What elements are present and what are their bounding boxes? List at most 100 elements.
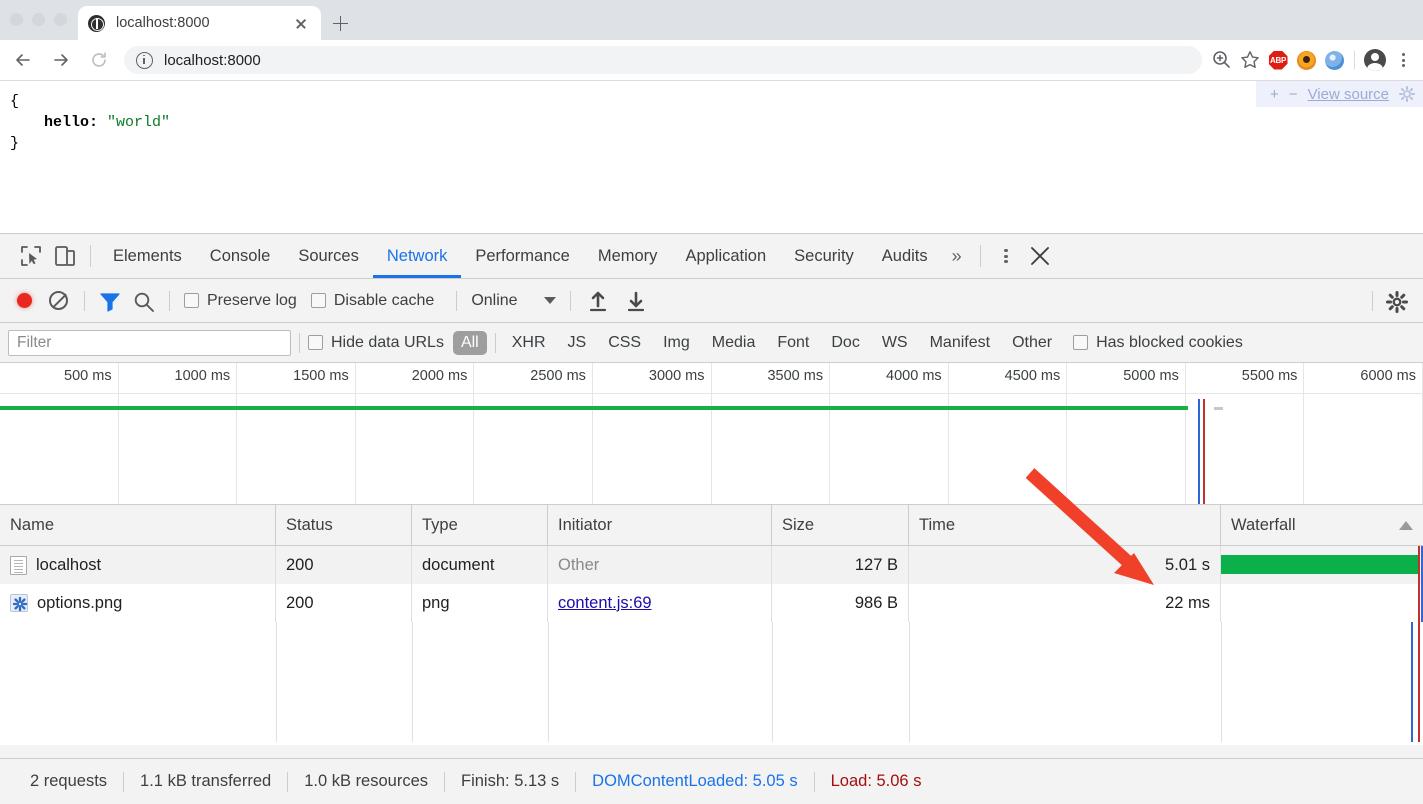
chrome-menu-kebab-icon[interactable] (1389, 46, 1417, 74)
tab-sources[interactable]: Sources (284, 234, 373, 278)
cell-name-text: localhost (36, 546, 101, 584)
column-header-initiator[interactable]: Initiator (548, 505, 772, 546)
browser-tab[interactable]: localhost:8000 (78, 6, 321, 40)
has-blocked-cookies-box[interactable] (1073, 335, 1088, 350)
profile-avatar-icon[interactable] (1361, 46, 1389, 74)
tab-elements[interactable]: Elements (99, 234, 196, 278)
hide-data-urls-checkbox[interactable]: Hide data URLs (308, 334, 450, 352)
png-gear-icon (10, 594, 28, 612)
chevron-down-icon (544, 297, 556, 304)
view-source-link[interactable]: View source (1308, 86, 1389, 103)
more-tabs-icon[interactable]: » (942, 246, 972, 267)
preserve-log-box[interactable] (184, 293, 199, 308)
inspect-element-icon[interactable] (14, 241, 48, 271)
window-maximize-button[interactable] (54, 13, 67, 26)
type-filter-img[interactable]: Img (655, 331, 698, 355)
json-viewer-toolbar: + − View source (1256, 81, 1423, 107)
tab-audits[interactable]: Audits (868, 234, 942, 278)
browser-toolbar: localhost:8000 ABP (0, 40, 1423, 81)
column-header-time[interactable]: Time (909, 505, 1221, 546)
globe-icon (88, 15, 105, 32)
json-value: "world" (107, 114, 170, 131)
close-icon[interactable] (291, 13, 311, 33)
type-filter-css[interactable]: CSS (600, 331, 649, 355)
expand-all-button[interactable]: + (1270, 86, 1279, 103)
address-bar-value: localhost:8000 (164, 52, 261, 69)
window-minimize-button[interactable] (32, 13, 45, 26)
status-load: Load: 5.06 s (815, 772, 938, 791)
address-bar[interactable]: localhost:8000 (124, 46, 1202, 74)
column-header-waterfall[interactable]: Waterfall (1221, 505, 1423, 546)
cell-initiator: Other (548, 546, 772, 584)
status-transferred: 1.1 kB transferred (124, 772, 287, 791)
adblock-plus-extension-icon[interactable]: ABP (1264, 46, 1292, 74)
tab-security[interactable]: Security (780, 234, 868, 278)
toolbar-divider-2 (169, 291, 170, 311)
info-circle-icon[interactable] (136, 52, 153, 69)
hide-data-urls-box[interactable] (308, 335, 323, 350)
json-close-brace: } (10, 133, 1413, 154)
type-filter-all[interactable]: All (453, 331, 487, 355)
window-close-button[interactable] (10, 13, 23, 26)
disable-cache-label: Disable cache (334, 292, 435, 310)
type-filter-ws[interactable]: WS (874, 331, 916, 355)
waterfall-load-line (1418, 584, 1420, 622)
network-filterbar: Hide data URLs All XHR JS CSS Img Media … (0, 323, 1423, 363)
table-row[interactable]: options.png 200 png content.js:69 986 B … (0, 584, 1423, 622)
table-header-row: Name Status Type Initiator Size Time Wat… (0, 505, 1423, 546)
cell-waterfall[interactable] (1221, 546, 1423, 584)
bookmark-star-icon[interactable] (1236, 46, 1264, 74)
type-filter-other[interactable]: Other (1004, 331, 1060, 355)
tab-performance[interactable]: Performance (461, 234, 583, 278)
blue-extension-icon[interactable] (1320, 46, 1348, 74)
initiator-link[interactable]: content.js:69 (558, 594, 652, 612)
has-blocked-cookies-label: Has blocked cookies (1096, 334, 1243, 352)
cell-name[interactable]: localhost (0, 546, 276, 584)
forward-arrow-icon[interactable] (46, 45, 76, 75)
network-requests-table: Name Status Type Initiator Size Time Wat… (0, 505, 1423, 745)
disable-cache-box[interactable] (311, 293, 326, 308)
new-tab-button[interactable] (328, 11, 353, 36)
eye-extension-icon[interactable] (1292, 46, 1320, 74)
zoom-icon[interactable] (1208, 46, 1236, 74)
throttling-dropdown[interactable]: Online (465, 292, 561, 310)
filter-input[interactable] (8, 330, 291, 356)
disable-cache-checkbox[interactable]: Disable cache (311, 292, 449, 310)
page-viewport: { hello: "world" } + − View source (0, 81, 1423, 233)
preserve-log-checkbox[interactable]: Preserve log (184, 292, 311, 310)
tab-network[interactable]: Network (373, 234, 462, 278)
window-controls[interactable] (10, 13, 67, 26)
gear-icon[interactable] (1399, 86, 1415, 102)
type-filter-doc[interactable]: Doc (823, 331, 867, 355)
reload-icon[interactable] (84, 45, 114, 75)
preserve-log-label: Preserve log (207, 292, 297, 310)
column-header-status[interactable]: Status (276, 505, 412, 546)
cell-waterfall[interactable] (1221, 584, 1423, 622)
has-blocked-cookies-checkbox[interactable]: Has blocked cookies (1073, 334, 1257, 352)
cell-initiator[interactable]: content.js:69 (548, 584, 772, 622)
column-header-size[interactable]: Size (772, 505, 909, 546)
close-devtools-icon[interactable] (1023, 241, 1057, 271)
type-filter-font[interactable]: Font (769, 331, 817, 355)
tab-console[interactable]: Console (196, 234, 285, 278)
device-toolbar-icon[interactable] (48, 241, 82, 271)
devtools-menu-kebab-icon[interactable] (989, 241, 1023, 271)
type-filter-manifest[interactable]: Manifest (922, 331, 998, 355)
column-header-type[interactable]: Type (412, 505, 548, 546)
cell-name[interactable]: options.png (0, 584, 276, 622)
column-header-name[interactable]: Name (0, 505, 276, 546)
overview-request-band (0, 406, 1188, 410)
collapse-all-button[interactable]: − (1289, 86, 1298, 103)
table-row[interactable]: localhost 200 document Other 127 B 5.01 … (0, 546, 1423, 584)
network-overview-timeline[interactable]: 500 ms1000 ms1500 ms2000 ms2500 ms3000 m… (0, 363, 1423, 505)
tab-application[interactable]: Application (671, 234, 780, 278)
type-filter-js[interactable]: JS (560, 331, 595, 355)
type-filter-xhr[interactable]: XHR (504, 331, 554, 355)
tab-memory[interactable]: Memory (584, 234, 672, 278)
record-button[interactable] (17, 293, 32, 308)
type-filter-media[interactable]: Media (704, 331, 764, 355)
back-arrow-icon[interactable] (8, 45, 38, 75)
filterbar-divider (299, 333, 300, 353)
clear-button[interactable] (49, 291, 68, 310)
waterfall-load-line (1418, 546, 1420, 584)
